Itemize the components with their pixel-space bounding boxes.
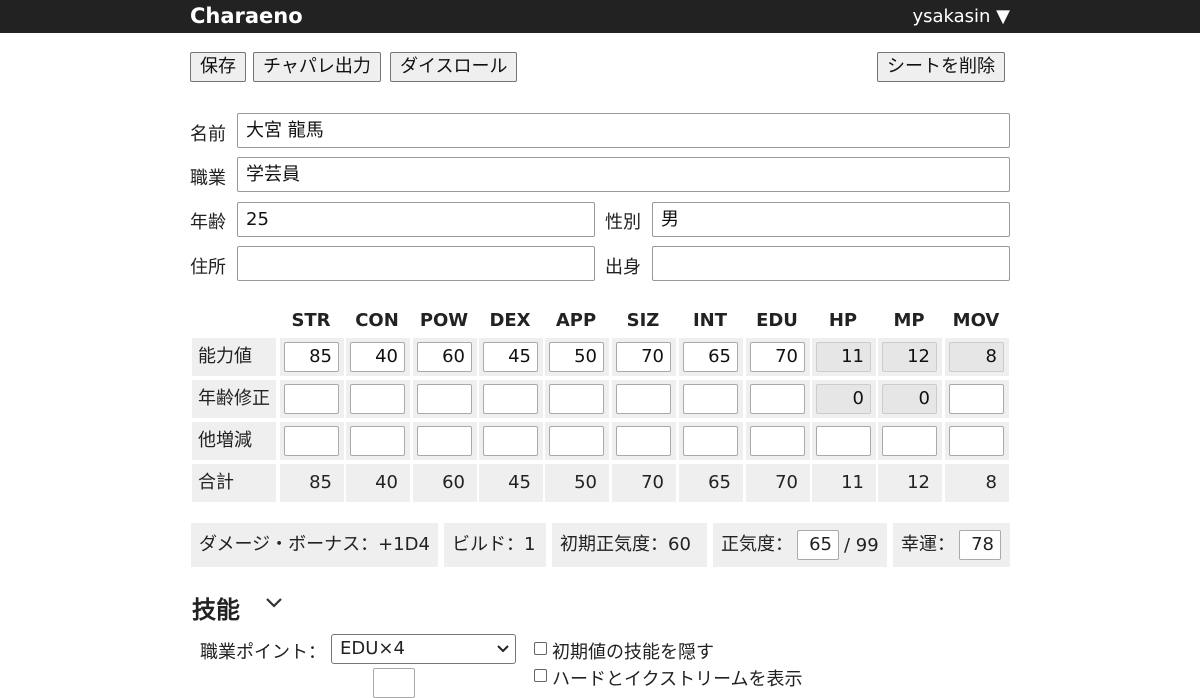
stat-header: SIZ: [626, 310, 660, 331]
stat-input: 0: [816, 384, 871, 414]
job-points-label: 職業ポイント：: [200, 642, 326, 663]
stat-input[interactable]: [949, 426, 1004, 456]
show-hard-extreme-checkbox[interactable]: [534, 669, 547, 682]
stat-header: CON: [355, 310, 399, 331]
stat-input[interactable]: 70: [750, 342, 805, 372]
stat-total: 50: [574, 472, 597, 493]
stat-header: STR: [291, 310, 331, 331]
stat-input[interactable]: [284, 384, 339, 414]
delete-sheet-button[interactable]: シートを削除: [877, 52, 1005, 82]
san-max: / 99: [844, 535, 879, 556]
stat-total: 85: [309, 472, 332, 493]
stat-input[interactable]: [683, 384, 738, 414]
chevron-down-icon: [497, 645, 509, 653]
stat-row-label: 他増減: [192, 422, 276, 460]
stat-input[interactable]: [882, 426, 937, 456]
stat-total: 11: [841, 472, 864, 493]
age-label: 年齢: [190, 212, 226, 233]
stat-input[interactable]: [350, 384, 405, 414]
stat-input[interactable]: 40: [350, 342, 405, 372]
chevron-down-icon[interactable]: [265, 597, 283, 609]
skills-title: 技能: [192, 596, 240, 624]
stat-input[interactable]: [284, 426, 339, 456]
stat-input[interactable]: [750, 426, 805, 456]
stat-row-label: 合計: [192, 464, 276, 502]
stat-input[interactable]: 70: [616, 342, 671, 372]
stat-total: 40: [375, 472, 398, 493]
stat-total: 60: [442, 472, 465, 493]
stat-header: APP: [555, 310, 597, 331]
stat-input[interactable]: [483, 384, 538, 414]
stat-input[interactable]: [816, 426, 871, 456]
stat-input[interactable]: [350, 426, 405, 456]
job-input[interactable]: 学芸員: [237, 157, 1010, 192]
address-input[interactable]: [237, 246, 595, 281]
dice-roll-button[interactable]: ダイスロール: [390, 52, 518, 82]
stat-input[interactable]: 60: [417, 342, 472, 372]
stat-header: EDU: [756, 310, 798, 331]
stat-input: 8: [949, 342, 1004, 372]
chapare-export-button[interactable]: チャパレ出力: [253, 52, 381, 82]
stat-input[interactable]: [616, 384, 671, 414]
stat-row-label: 年齢修正: [192, 380, 276, 418]
san-input[interactable]: 65: [797, 530, 839, 560]
stat-input[interactable]: [483, 426, 538, 456]
stat-total: 12: [907, 472, 930, 493]
origin-label: 出身: [605, 257, 641, 278]
origin-input[interactable]: [652, 246, 1010, 281]
stat-total: 70: [641, 472, 664, 493]
age-input[interactable]: 25: [237, 202, 595, 237]
gender-label: 性別: [605, 212, 641, 233]
san-label: 正気度：: [721, 534, 793, 555]
stat-total: 70: [775, 472, 798, 493]
stat-input[interactable]: [417, 426, 472, 456]
luck-input[interactable]: 78: [959, 530, 1001, 560]
initial-san: 初期正気度：60: [552, 523, 707, 567]
stat-input: 11: [816, 342, 871, 372]
app-title[interactable]: Charaeno: [190, 4, 303, 28]
job-points-value: EDU×4: [340, 638, 405, 659]
stat-input: 0: [882, 384, 937, 414]
luck-label: 幸運：: [901, 534, 955, 555]
stat-total: 45: [508, 472, 531, 493]
show-hard-extreme-label: ハードとイクストリームを表示: [552, 669, 803, 690]
stat-header: HP: [828, 310, 858, 331]
job-points-select[interactable]: EDU×4: [331, 634, 516, 664]
stat-header: DEX: [489, 310, 531, 331]
name-label: 名前: [190, 124, 226, 145]
stat-input[interactable]: [683, 426, 738, 456]
name-input[interactable]: 大宮 龍馬: [237, 113, 1010, 148]
stat-input[interactable]: 50: [549, 342, 604, 372]
stat-input[interactable]: [616, 426, 671, 456]
stat-header: MP: [893, 310, 925, 331]
build-value: ビルド：1: [444, 523, 546, 567]
stat-input[interactable]: [549, 384, 604, 414]
top-bar: Charaeno ysakasin ▼: [0, 0, 1200, 33]
stat-input[interactable]: [549, 426, 604, 456]
stat-total: 65: [708, 472, 731, 493]
stat-row-label: 能力値: [192, 338, 276, 376]
save-button[interactable]: 保存: [190, 52, 246, 82]
job-label: 職業: [190, 168, 226, 189]
stat-input[interactable]: 65: [683, 342, 738, 372]
address-label: 住所: [190, 257, 226, 278]
stat-input[interactable]: [750, 384, 805, 414]
hide-initial-checkbox[interactable]: [534, 642, 547, 655]
stat-input[interactable]: [417, 384, 472, 414]
hide-initial-label: 初期値の技能を隠す: [552, 642, 714, 663]
gender-input[interactable]: 男: [652, 202, 1010, 237]
stat-header: INT: [692, 310, 728, 331]
stat-input[interactable]: 45: [483, 342, 538, 372]
stat-input[interactable]: [949, 384, 1004, 414]
stat-total: 8: [985, 472, 997, 493]
stat-input[interactable]: 85: [284, 342, 339, 372]
damage-bonus: ダメージ・ボーナス：+1D4: [191, 523, 438, 567]
user-menu[interactable]: ysakasin ▼: [912, 6, 1010, 27]
stat-header: MOV: [952, 310, 1000, 331]
stat-header: POW: [419, 310, 469, 331]
stat-input: 12: [882, 342, 937, 372]
partial-input[interactable]: [373, 668, 415, 698]
